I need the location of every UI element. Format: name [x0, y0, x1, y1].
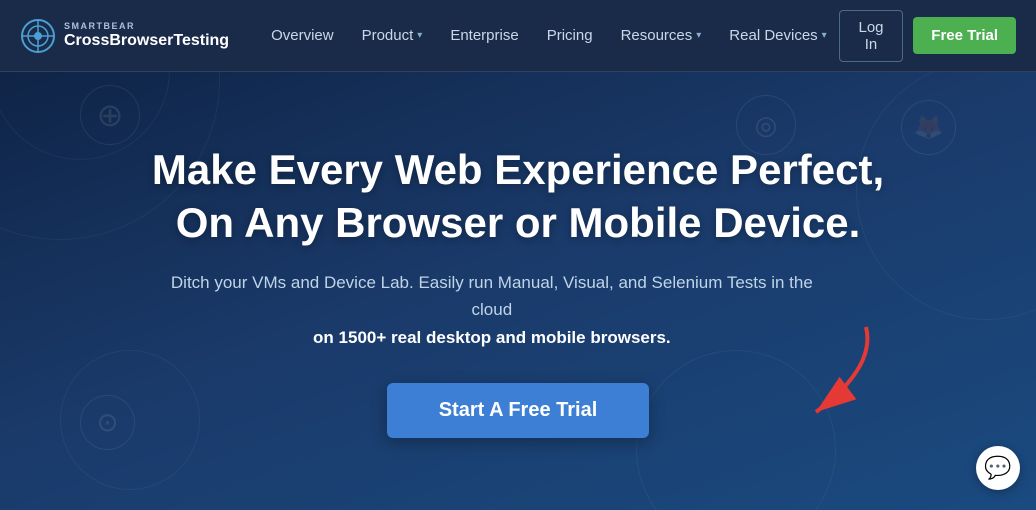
- nav-item-enterprise[interactable]: Enterprise: [438, 19, 530, 52]
- bg-browser-icon-2: ◎: [755, 110, 778, 141]
- nav-item-product[interactable]: Product ▾: [350, 19, 435, 52]
- hero-title: Make Every Web Experience Perfect, On An…: [152, 144, 884, 249]
- hero-subtitle: Ditch your VMs and Device Lab. Easily ru…: [152, 269, 832, 351]
- nav-item-overview[interactable]: Overview: [259, 19, 346, 52]
- chat-icon: 💬: [984, 455, 1011, 481]
- chevron-down-icon-3: ▾: [822, 30, 827, 41]
- nav-actions: Log In Free Trial: [839, 10, 1016, 62]
- chat-widget[interactable]: 💬: [976, 446, 1020, 490]
- chevron-down-icon-2: ▾: [696, 30, 701, 41]
- free-trial-button[interactable]: Free Trial: [913, 17, 1016, 54]
- nav-item-resources[interactable]: Resources ▾: [609, 19, 714, 52]
- logo-icon: [20, 18, 56, 54]
- hero-section: ⊕ ◎ 🦊 ⊙ SMARTBEAR CrossBrowserTesting: [0, 0, 1036, 510]
- chevron-down-icon: ▾: [417, 30, 422, 41]
- nav-item-pricing[interactable]: Pricing: [535, 19, 605, 52]
- nav-links: Overview Product ▾ Enterprise Pricing Re…: [259, 19, 839, 52]
- navigation: SMARTBEAR CrossBrowserTesting Overview P…: [0, 0, 1036, 72]
- bg-browser-icon-1: ⊕: [97, 96, 124, 134]
- nav-item-real-devices[interactable]: Real Devices ▾: [717, 19, 838, 52]
- hero-content: Make Every Web Experience Perfect, On An…: [112, 144, 924, 438]
- logo-text: SMARTBEAR CrossBrowserTesting: [64, 21, 229, 50]
- logo-product: CrossBrowserTesting: [64, 31, 229, 50]
- logo-brand: SMARTBEAR: [64, 21, 229, 31]
- bg-browser-icon-3: 🦊: [914, 113, 944, 142]
- login-button[interactable]: Log In: [839, 10, 904, 62]
- logo: SMARTBEAR CrossBrowserTesting: [20, 18, 229, 54]
- start-free-trial-button[interactable]: Start A Free Trial: [387, 383, 650, 438]
